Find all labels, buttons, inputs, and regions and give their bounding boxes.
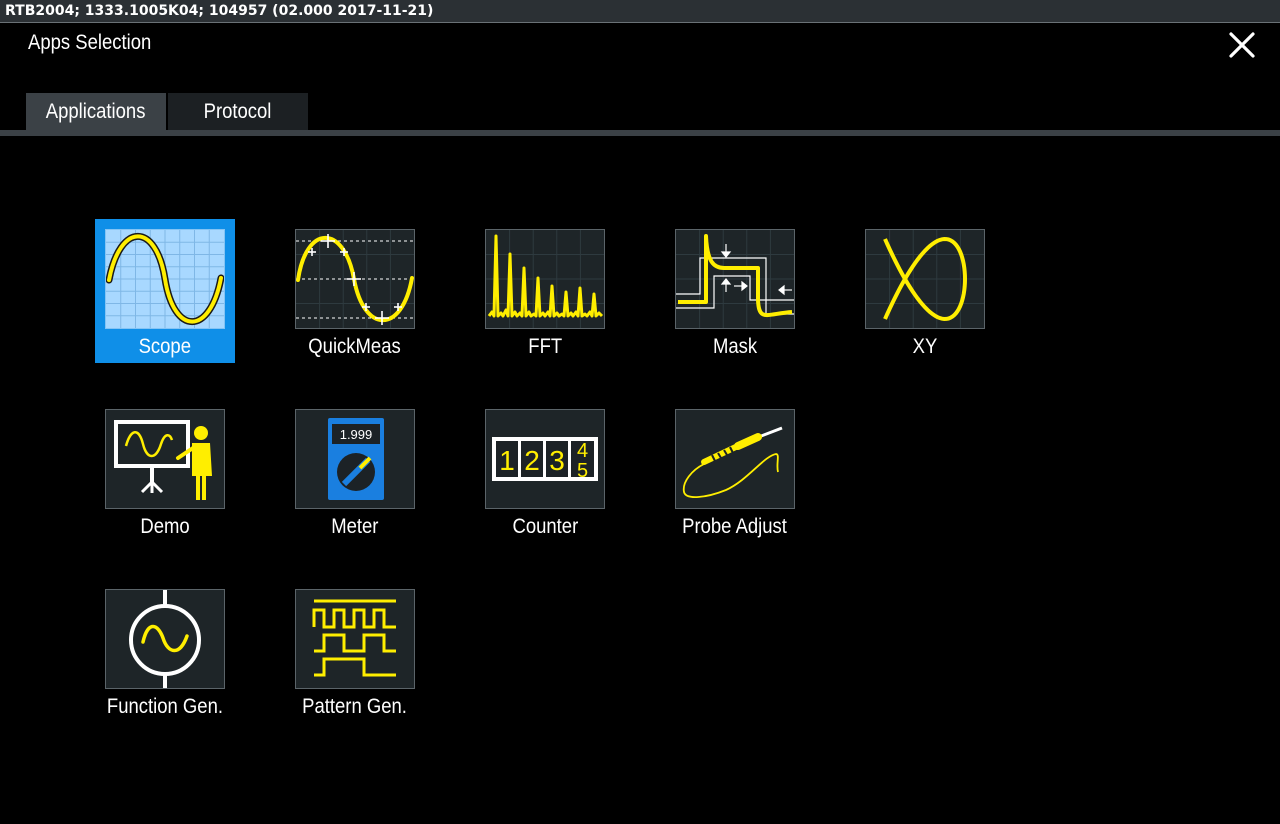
xy-lissajous-icon — [865, 229, 985, 329]
fft-spectrum-icon — [485, 229, 605, 329]
app-label: Probe Adjust — [682, 515, 788, 538]
app-pattern-gen[interactable]: Pattern Gen. — [285, 579, 425, 723]
app-label: Meter — [331, 515, 379, 538]
close-x-icon — [1229, 32, 1255, 58]
app-label: Demo — [140, 515, 190, 538]
app-function-gen[interactable]: Function Gen. — [95, 579, 235, 723]
app-demo[interactable]: Demo — [95, 399, 235, 543]
system-status-bar: RTB2004; 1333.1005K04; 104957 (02.000 20… — [0, 0, 1280, 23]
app-mask[interactable]: Mask — [665, 219, 805, 363]
counter-digits-icon: 1 2 3 4 5 — [485, 409, 605, 509]
app-probe-adjust[interactable]: Probe Adjust — [665, 399, 805, 543]
app-label: QuickMeas — [308, 335, 402, 358]
svg-text:4: 4 — [577, 440, 588, 462]
app-label: Mask — [712, 335, 758, 358]
function-generator-icon — [105, 589, 225, 689]
svg-text:5: 5 — [577, 460, 588, 482]
svg-text:3: 3 — [549, 445, 565, 476]
demo-presenter-icon — [105, 409, 225, 509]
app-label: Counter — [512, 515, 578, 538]
multimeter-icon: 1.999 — [295, 409, 415, 509]
app-xy[interactable]: XY — [855, 219, 995, 363]
app-label: Scope — [138, 335, 192, 358]
app-fft[interactable]: FFT — [475, 219, 615, 363]
app-quickmeas[interactable]: QuickMeas — [285, 219, 425, 363]
mask-test-icon — [675, 229, 795, 329]
probe-icon — [675, 409, 795, 509]
tab-bar: Applications Protocol — [26, 93, 310, 130]
meter-display-value: 1.999 — [340, 427, 373, 442]
quickmeas-icon — [295, 229, 415, 329]
tab-underline — [0, 130, 1280, 136]
close-button[interactable] — [1224, 27, 1260, 63]
dialog-title: Apps Selection — [28, 31, 152, 54]
tab-protocol[interactable]: Protocol — [168, 93, 308, 130]
app-label: XY — [912, 335, 938, 358]
svg-text:2: 2 — [524, 445, 540, 476]
app-counter[interactable]: 1 2 3 4 5 Counter — [475, 399, 615, 543]
tab-applications[interactable]: Applications — [26, 93, 166, 130]
app-label: Pattern Gen. — [302, 695, 408, 718]
app-label: Function Gen. — [106, 695, 224, 718]
scope-sine-icon — [105, 229, 225, 329]
app-scope[interactable]: Scope — [95, 219, 235, 363]
app-label: FFT — [528, 335, 562, 358]
app-meter[interactable]: 1.999 Meter — [285, 399, 425, 543]
pattern-generator-icon — [295, 589, 415, 689]
svg-text:1: 1 — [499, 445, 515, 476]
